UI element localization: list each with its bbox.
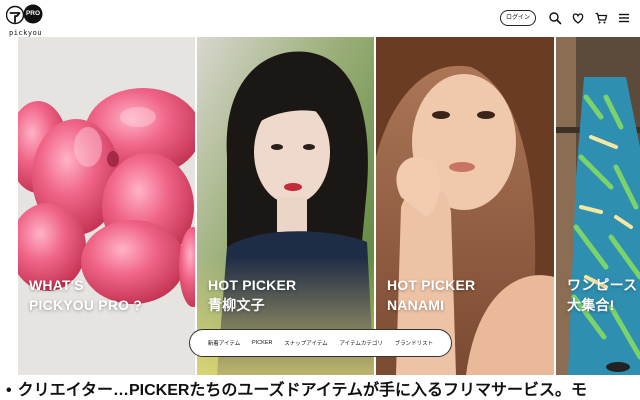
nav-brand-list[interactable]: ブランドリスト	[395, 339, 434, 347]
hero-slide-pickyou-pro[interactable]: WHAT'S PICKYOU PRO ?	[18, 37, 195, 375]
ticker-text: • クリエイター…PICKERたちのユーズドアイテムが手に入るフリマサービス。モ	[0, 381, 640, 400]
hero-caption: HOT PICKER NANAMI	[387, 275, 475, 315]
cart-icon[interactable]	[594, 11, 608, 25]
hero-caption: HOT PICKER 青柳文子	[208, 275, 296, 315]
login-button[interactable]: ログイン	[500, 10, 536, 26]
ticker-bullet: •	[6, 382, 12, 399]
dress-photo-art	[556, 37, 640, 375]
category-nav: 新着アイテム PICKER スナップアイテム アイテムカテゴリ ブランドリスト	[189, 329, 452, 357]
caption-line-1: WHAT'S	[29, 277, 84, 293]
hero-slide-aoyagi[interactable]: HOT PICKER 青柳文子	[197, 37, 374, 375]
portrait-photo-nanami	[376, 37, 554, 375]
portrait-photo-aoyagi	[197, 37, 374, 375]
search-icon[interactable]	[548, 11, 562, 25]
caption-line-1: HOT PICKER	[387, 277, 476, 293]
hero-caption: ワンピース 大集合!	[567, 275, 637, 315]
logo-badge: PRO	[25, 10, 41, 17]
caption-line-1: ワンピース	[567, 277, 638, 293]
hero-slide-nanami[interactable]: HOT PICKER NANAMI	[376, 37, 554, 375]
caption-line-2: PICKYOU PRO ?	[29, 297, 143, 313]
nav-item-category[interactable]: アイテムカテゴリ	[339, 339, 382, 347]
nav-picker[interactable]: PICKER	[252, 340, 272, 346]
site-header: PRO pickyou ログイン	[0, 0, 640, 37]
ticker-message: クリエイター…PICKERたちのユーズドアイテムが手に入るフリマサービス。モ	[17, 382, 588, 399]
logo-wordmark: pickyou	[9, 29, 43, 37]
caption-line-1: HOT PICKER	[208, 277, 297, 293]
caption-line-2: 青柳文子	[208, 297, 265, 313]
caption-line-2: NANAMI	[387, 297, 445, 313]
heart-icon[interactable]	[571, 11, 585, 25]
nav-snap-items[interactable]: スナップアイテム	[284, 339, 327, 347]
pickyou-logo[interactable]: PRO pickyou	[6, 4, 44, 37]
hero-carousel: WHAT'S PICKYOU PRO ? HOT PICKER 青柳文子 HOT…	[0, 37, 640, 375]
caption-line-2: 大集合!	[567, 297, 615, 313]
nav-new-items[interactable]: 新着アイテム	[208, 339, 240, 347]
pink-balloon-art	[18, 37, 195, 375]
hero-slide-onepiece[interactable]: ワンピース 大集合!	[556, 37, 640, 375]
hero-caption: WHAT'S PICKYOU PRO ?	[29, 275, 142, 315]
menu-icon[interactable]	[617, 11, 631, 25]
